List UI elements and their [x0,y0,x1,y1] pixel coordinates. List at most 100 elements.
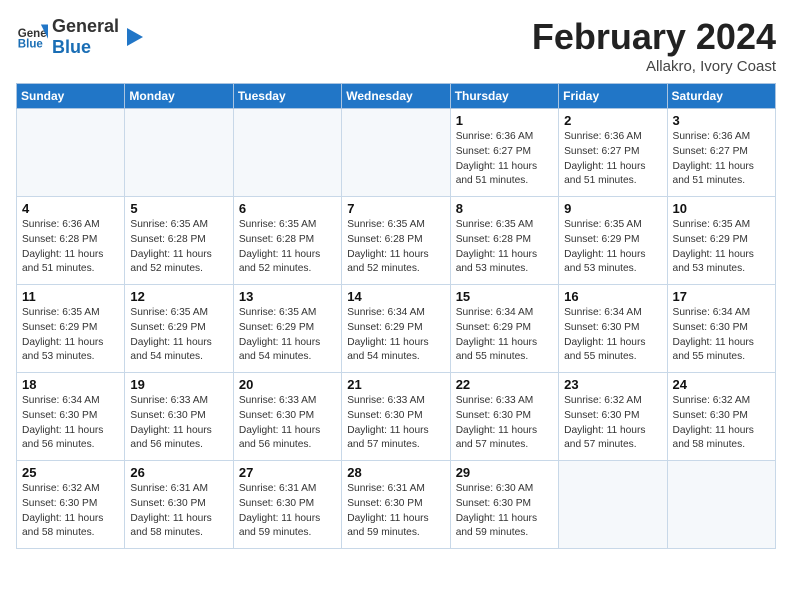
day-info: Sunrise: 6:33 AM Sunset: 6:30 PM Dayligh… [130,394,227,453]
calendar-cell: 21 Sunrise: 6:33 AM Sunset: 6:30 PM Dayli… [342,373,450,461]
day-number: 13 [239,289,336,304]
calendar-cell: 25 Sunrise: 6:32 AM Sunset: 6:30 PM Dayli… [17,461,125,549]
day-number: 3 [673,113,770,128]
day-info: Sunrise: 6:31 AM Sunset: 6:30 PM Dayligh… [130,482,227,541]
day-info: Sunrise: 6:35 AM Sunset: 6:29 PM Dayligh… [564,218,661,277]
day-number: 16 [564,289,661,304]
calendar-cell [559,461,667,549]
weekday-header-row: SundayMondayTuesdayWednesdayThursdayFrid… [17,84,776,109]
day-number: 7 [347,201,444,216]
calendar-cell: 19 Sunrise: 6:33 AM Sunset: 6:30 PM Dayli… [125,373,233,461]
day-info: Sunrise: 6:34 AM Sunset: 6:30 PM Dayligh… [564,306,661,365]
day-number: 14 [347,289,444,304]
day-number: 11 [22,289,119,304]
day-number: 1 [456,113,553,128]
day-info: Sunrise: 6:35 AM Sunset: 6:29 PM Dayligh… [130,306,227,365]
weekday-tuesday: Tuesday [233,84,341,109]
weekday-thursday: Thursday [450,84,558,109]
calendar-cell: 12 Sunrise: 6:35 AM Sunset: 6:29 PM Dayli… [125,285,233,373]
calendar-week-2: 11 Sunrise: 6:35 AM Sunset: 6:29 PM Dayli… [17,285,776,373]
calendar-cell [125,109,233,197]
calendar-cell [17,109,125,197]
day-number: 2 [564,113,661,128]
calendar-table: SundayMondayTuesdayWednesdayThursdayFrid… [16,83,776,549]
day-info: Sunrise: 6:35 AM Sunset: 6:28 PM Dayligh… [456,218,553,277]
day-info: Sunrise: 6:35 AM Sunset: 6:29 PM Dayligh… [673,218,770,277]
day-number: 9 [564,201,661,216]
calendar-cell: 13 Sunrise: 6:35 AM Sunset: 6:29 PM Dayli… [233,285,341,373]
location: Allakro, Ivory Coast [532,58,776,75]
calendar-cell: 27 Sunrise: 6:31 AM Sunset: 6:30 PM Dayli… [233,461,341,549]
calendar-cell: 14 Sunrise: 6:34 AM Sunset: 6:29 PM Dayli… [342,285,450,373]
day-number: 29 [456,465,553,480]
title-block: February 2024 Allakro, Ivory Coast [532,16,776,75]
calendar-cell: 16 Sunrise: 6:34 AM Sunset: 6:30 PM Dayli… [559,285,667,373]
calendar-cell: 9 Sunrise: 6:35 AM Sunset: 6:29 PM Daylig… [559,197,667,285]
calendar-cell: 5 Sunrise: 6:35 AM Sunset: 6:28 PM Daylig… [125,197,233,285]
day-info: Sunrise: 6:33 AM Sunset: 6:30 PM Dayligh… [239,394,336,453]
calendar-cell: 11 Sunrise: 6:35 AM Sunset: 6:29 PM Dayli… [17,285,125,373]
calendar-week-0: 1 Sunrise: 6:36 AM Sunset: 6:27 PM Daylig… [17,109,776,197]
day-info: Sunrise: 6:34 AM Sunset: 6:29 PM Dayligh… [347,306,444,365]
day-number: 19 [130,377,227,392]
day-info: Sunrise: 6:34 AM Sunset: 6:29 PM Dayligh… [456,306,553,365]
day-number: 28 [347,465,444,480]
day-info: Sunrise: 6:35 AM Sunset: 6:28 PM Dayligh… [347,218,444,277]
calendar-cell: 6 Sunrise: 6:35 AM Sunset: 6:28 PM Daylig… [233,197,341,285]
day-number: 26 [130,465,227,480]
day-info: Sunrise: 6:32 AM Sunset: 6:30 PM Dayligh… [564,394,661,453]
day-info: Sunrise: 6:31 AM Sunset: 6:30 PM Dayligh… [239,482,336,541]
calendar-cell [342,109,450,197]
calendar-cell [233,109,341,197]
day-number: 27 [239,465,336,480]
day-info: Sunrise: 6:30 AM Sunset: 6:30 PM Dayligh… [456,482,553,541]
calendar-cell: 29 Sunrise: 6:30 AM Sunset: 6:30 PM Dayli… [450,461,558,549]
day-number: 18 [22,377,119,392]
logo-icon: General Blue [16,21,48,53]
calendar-body: 1 Sunrise: 6:36 AM Sunset: 6:27 PM Daylig… [17,109,776,549]
day-info: Sunrise: 6:33 AM Sunset: 6:30 PM Dayligh… [347,394,444,453]
day-number: 15 [456,289,553,304]
calendar-week-1: 4 Sunrise: 6:36 AM Sunset: 6:28 PM Daylig… [17,197,776,285]
calendar-cell: 28 Sunrise: 6:31 AM Sunset: 6:30 PM Dayli… [342,461,450,549]
calendar-cell: 20 Sunrise: 6:33 AM Sunset: 6:30 PM Dayli… [233,373,341,461]
day-info: Sunrise: 6:36 AM Sunset: 6:27 PM Dayligh… [564,130,661,189]
day-number: 20 [239,377,336,392]
day-number: 23 [564,377,661,392]
day-number: 24 [673,377,770,392]
calendar-cell: 7 Sunrise: 6:35 AM Sunset: 6:28 PM Daylig… [342,197,450,285]
calendar-cell: 24 Sunrise: 6:32 AM Sunset: 6:30 PM Dayli… [667,373,775,461]
day-info: Sunrise: 6:32 AM Sunset: 6:30 PM Dayligh… [22,482,119,541]
day-number: 4 [22,201,119,216]
day-number: 8 [456,201,553,216]
calendar-cell: 4 Sunrise: 6:36 AM Sunset: 6:28 PM Daylig… [17,197,125,285]
day-number: 25 [22,465,119,480]
calendar-cell [667,461,775,549]
calendar-cell: 22Sunrise: 6:33 AM Sunset: 6:30 PM Dayli… [450,373,558,461]
logo-blue: Blue [52,37,119,58]
day-info: Sunrise: 6:31 AM Sunset: 6:30 PM Dayligh… [347,482,444,541]
day-info: Sunrise: 6:35 AM Sunset: 6:28 PM Dayligh… [130,218,227,277]
weekday-wednesday: Wednesday [342,84,450,109]
day-info: Sunrise: 6:35 AM Sunset: 6:28 PM Dayligh… [239,218,336,277]
day-info: Sunrise: 6:36 AM Sunset: 6:28 PM Dayligh… [22,218,119,277]
calendar-cell: 8 Sunrise: 6:35 AM Sunset: 6:28 PM Daylig… [450,197,558,285]
day-number: 5 [130,201,227,216]
logo-general: General [52,16,119,37]
svg-text:Blue: Blue [18,38,44,50]
day-number: 12 [130,289,227,304]
calendar-cell: 3 Sunrise: 6:36 AM Sunset: 6:27 PM Daylig… [667,109,775,197]
calendar-cell: 2 Sunrise: 6:36 AM Sunset: 6:27 PM Daylig… [559,109,667,197]
day-info: Sunrise: 6:36 AM Sunset: 6:27 PM Dayligh… [673,130,770,189]
day-info: Sunrise: 6:34 AM Sunset: 6:30 PM Dayligh… [22,394,119,453]
day-info: Sunrise: 6:33 AM Sunset: 6:30 PM Dayligh… [456,394,553,453]
calendar-cell: 10Sunrise: 6:35 AM Sunset: 6:29 PM Dayli… [667,197,775,285]
day-info: Sunrise: 6:32 AM Sunset: 6:30 PM Dayligh… [673,394,770,453]
day-number: 21 [347,377,444,392]
calendar-week-4: 25 Sunrise: 6:32 AM Sunset: 6:30 PM Dayli… [17,461,776,549]
calendar-cell: 17Sunrise: 6:34 AM Sunset: 6:30 PM Dayli… [667,285,775,373]
weekday-sunday: Sunday [17,84,125,109]
day-number: 6 [239,201,336,216]
day-info: Sunrise: 6:35 AM Sunset: 6:29 PM Dayligh… [239,306,336,365]
day-info: Sunrise: 6:35 AM Sunset: 6:29 PM Dayligh… [22,306,119,365]
